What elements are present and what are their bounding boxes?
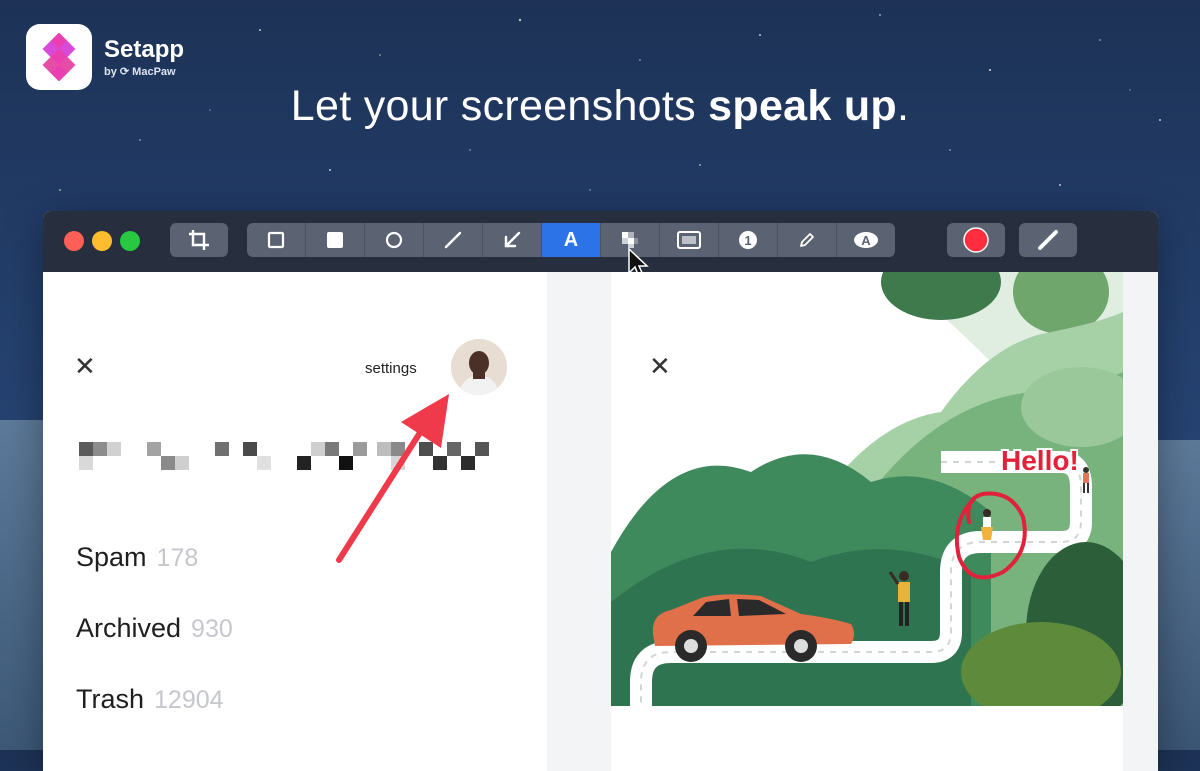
close-icon[interactable]: ✕ xyxy=(649,354,671,380)
menu-item-label: Trash xyxy=(76,684,145,714)
highlight-tool-button[interactable] xyxy=(660,223,719,257)
menu-item-label: Archived xyxy=(76,613,182,643)
ellipse-tool-button[interactable] xyxy=(365,223,424,257)
brand-sub: by ⟳ MacPaw xyxy=(104,65,176,78)
pencil-icon xyxy=(800,233,814,247)
pencil-tool-button[interactable] xyxy=(778,223,837,257)
counter-tool-button[interactable]: 1 xyxy=(719,223,778,257)
highlight-icon xyxy=(677,231,701,249)
close-icon[interactable]: ✕ xyxy=(74,354,96,380)
stroke-width-button[interactable] xyxy=(1019,223,1077,257)
filled-rectangle-icon xyxy=(327,232,343,248)
illustration-card: Hello! ✕ xyxy=(611,272,1123,771)
app-window: A 1 A ✕ settings Spam 178 Archived 930 T… xyxy=(43,211,1158,771)
text-tool-button[interactable]: A xyxy=(542,223,601,257)
crop-icon xyxy=(189,230,209,250)
menu-item-label: Spam xyxy=(76,542,147,572)
rectangle-icon xyxy=(267,231,285,249)
menu-item-count: 12904 xyxy=(154,686,224,714)
headline-bold: speak up xyxy=(708,82,897,130)
arrow-tool-button[interactable] xyxy=(483,223,542,257)
menu-item-spam[interactable]: Spam 178 xyxy=(76,542,198,573)
brand-name: Setapp xyxy=(104,35,185,63)
ellipse-icon xyxy=(385,231,403,249)
window-controls xyxy=(64,231,140,251)
annotation-toolbar: A 1 A xyxy=(43,211,1158,279)
left-pane: ✕ settings Spam 178 Archived 930 Trash 1… xyxy=(43,272,547,771)
tool-group: A 1 A xyxy=(247,223,895,257)
crop-button[interactable] xyxy=(170,223,228,257)
headline-period: . xyxy=(896,82,910,130)
color-picker-button[interactable] xyxy=(947,223,1005,257)
menu-item-archived[interactable]: Archived 930 xyxy=(76,613,233,644)
brand-logo: Setapp by ⟳ MacPaw xyxy=(26,24,184,90)
line-tool-button[interactable] xyxy=(424,223,483,257)
color-swatch-icon xyxy=(963,227,989,253)
counter-icon: 1 xyxy=(739,231,757,249)
brush-stroke-icon xyxy=(1038,230,1058,250)
menu-item-count: 930 xyxy=(191,615,233,643)
rectangle-tool-button[interactable] xyxy=(247,223,306,257)
svg-text:1: 1 xyxy=(744,233,751,248)
blur-text-icon: A xyxy=(854,232,878,248)
menu-item-count: 178 xyxy=(156,544,199,572)
filled-rectangle-tool-button[interactable] xyxy=(306,223,365,257)
zoom-window-button[interactable] xyxy=(120,231,140,251)
right-pane: Hello! ✕ xyxy=(547,272,1158,771)
annotation-arrow xyxy=(336,394,449,563)
setapp-logo-icon xyxy=(26,24,92,90)
blur-text-tool-button[interactable]: A xyxy=(837,223,895,257)
headline: Let your screenshots speak up. xyxy=(0,82,1200,131)
headline-text: Let your screenshots xyxy=(290,82,709,130)
hello-annotation-text: Hello! xyxy=(1001,445,1079,476)
text-icon: A xyxy=(563,228,579,251)
svg-text:A: A xyxy=(861,233,871,248)
avatar[interactable] xyxy=(451,339,507,395)
landscape-illustration xyxy=(611,272,1123,706)
menu-item-trash[interactable]: Trash 12904 xyxy=(76,684,224,715)
settings-link[interactable]: settings xyxy=(365,360,417,377)
avatar-photo-icon xyxy=(451,339,507,395)
arrow-icon xyxy=(504,231,521,248)
close-window-button[interactable] xyxy=(64,231,84,251)
line-icon xyxy=(444,231,462,249)
minimize-window-button[interactable] xyxy=(92,231,112,251)
